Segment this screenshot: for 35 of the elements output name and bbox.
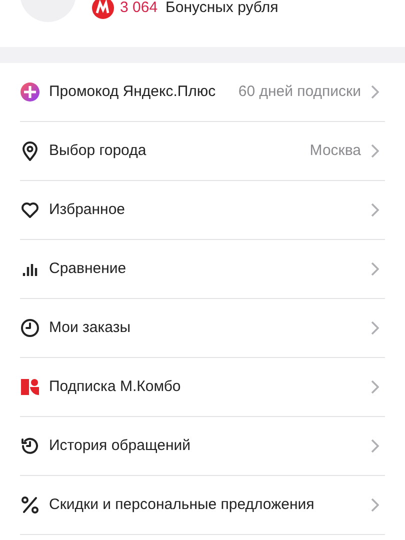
clock-icon bbox=[20, 318, 40, 338]
chevron-right-icon bbox=[371, 439, 379, 453]
menu-label: Подписка М.Комбо bbox=[49, 376, 181, 397]
menu-label: История обращений bbox=[49, 436, 191, 456]
heart-icon bbox=[20, 200, 40, 220]
menu-item[interactable]: Подписка М.Комбо bbox=[20, 358, 385, 417]
menu-label: Промокод Яндекс.Плюс bbox=[49, 82, 216, 102]
menu-item[interactable]: Скидки и персональные предложения bbox=[20, 476, 385, 535]
percent-icon bbox=[20, 495, 40, 515]
chevron-right-icon bbox=[371, 144, 379, 158]
combo-logo-icon bbox=[20, 377, 40, 397]
menu-item[interactable]: Промокод Яндекс.Плюс 60 дней подписки bbox=[20, 63, 385, 122]
menu-item[interactable]: Избранное bbox=[20, 181, 385, 240]
menu-item[interactable]: История обращений bbox=[20, 417, 385, 476]
menu-value: Москва bbox=[310, 140, 361, 161]
menu-label: Сравнение bbox=[49, 258, 126, 279]
plus-icon bbox=[20, 82, 40, 102]
menu-label: Скидки и персональные предложения bbox=[49, 494, 314, 515]
bonus-amount: 3 064 bbox=[120, 0, 158, 18]
menu-label: Выбор города bbox=[49, 140, 146, 161]
menu-item[interactable]: Мои заказы bbox=[20, 299, 385, 358]
menu-label: Мои заказы bbox=[49, 318, 130, 338]
menu-value: 60 дней подписки bbox=[238, 82, 361, 102]
chevron-right-icon bbox=[371, 85, 379, 99]
menu-item[interactable]: Выбор города Москва bbox=[20, 122, 385, 181]
bonus-label: Бонусных рубля bbox=[166, 0, 278, 18]
menu-item[interactable]: Сравнение bbox=[20, 240, 385, 299]
chevron-right-icon bbox=[371, 321, 379, 335]
location-pin-icon bbox=[20, 141, 40, 161]
chevron-right-icon bbox=[371, 498, 379, 512]
chevron-right-icon bbox=[371, 203, 379, 217]
history-icon bbox=[20, 436, 40, 456]
menu-label: Избранное bbox=[49, 200, 126, 220]
chevron-right-icon bbox=[371, 380, 379, 394]
chevron-right-icon bbox=[371, 262, 379, 276]
